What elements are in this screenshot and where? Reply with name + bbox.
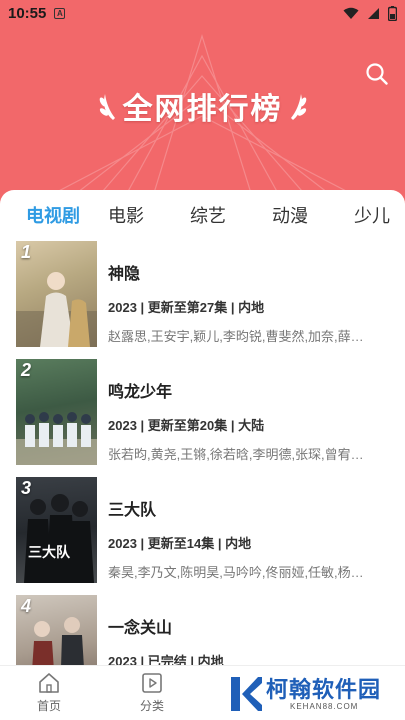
item-info: 一念关山 2023 | 已完结 | 内地 <box>108 614 370 665</box>
poster-image: 2 <box>16 359 97 465</box>
list-item[interactable]: 2 鸣龙少年 2023 | 更新至第20集 | 大陆 张若昀,黄尧,王锵,徐若晗… <box>0 358 405 476</box>
watermark-subtitle: KEHAN88.COM <box>290 701 359 711</box>
poster-image: 4 <box>16 595 97 665</box>
list-item[interactable]: 4 一念关山 2023 | 已完结 | 内地 <box>0 594 405 665</box>
item-info: 鸣龙少年 2023 | 更新至第20集 | 大陆 张若昀,黄尧,王锵,徐若晗,李… <box>108 378 370 463</box>
laurel-left-icon <box>99 94 115 120</box>
item-meta: 2023 | 更新至第20集 | 大陆 <box>108 418 265 433</box>
watermark-text: 柯翰软件园 KEHAN88.COM <box>266 676 382 711</box>
home-icon <box>39 673 59 693</box>
list-item[interactable]: 1 神隐 2023 | 更新至第27集 | 内地 赵露思,王安宇,颖儿,李昀锐,… <box>0 240 405 358</box>
status-bar: 10:55 A <box>0 0 405 26</box>
nav-category-label: 分类 <box>139 699 164 713</box>
wifi-icon <box>343 7 359 19</box>
tab-variety[interactable]: 综艺 <box>190 202 272 228</box>
svg-text:三大队: 三大队 <box>28 544 71 561</box>
nav-home-label: 首页 <box>36 699 61 713</box>
app-notification-icon: A <box>54 7 66 19</box>
nav-home[interactable]: 首页 <box>24 672 74 714</box>
item-title: 神隐 <box>108 266 141 283</box>
rank-badge: 3 <box>21 478 32 498</box>
laurel-right-icon <box>290 94 306 120</box>
item-meta: 2023 | 更新至14集 | 内地 <box>108 536 252 551</box>
item-title: 三大队 <box>108 502 157 519</box>
status-icons <box>343 5 397 21</box>
item-cast: 张若昀,黄尧,王锵,徐若晗,李明德,张琛,曾宥… <box>108 447 364 462</box>
item-cast: 赵露思,王安宇,颖儿,李昀锐,曹斐然,加奈,薛… <box>108 329 364 344</box>
signal-icon <box>368 7 379 19</box>
item-cast: 秦昊,李乃文,陈明昊,马吟吟,佟丽娅,任敏,杨… <box>108 565 364 580</box>
item-title: 鸣龙少年 <box>108 384 173 401</box>
battery-icon <box>388 5 397 21</box>
rank-badge: 2 <box>21 360 32 380</box>
page-title: 全网排行榜 <box>122 93 283 126</box>
item-title: 一念关山 <box>108 620 173 637</box>
list-item[interactable]: 三大队 3 三大队 2023 | 更新至14集 | 内地 秦昊,李乃文,陈明昊,… <box>0 476 405 594</box>
hero-banner: 全网排行榜 <box>0 26 405 206</box>
item-info: 神隐 2023 | 更新至第27集 | 内地 赵露思,王安宇,颖儿,李昀锐,曹斐… <box>108 260 370 345</box>
item-meta: 2023 | 已完结 | 内地 <box>108 654 224 665</box>
item-meta: 2023 | 更新至第27集 | 内地 <box>108 300 265 315</box>
category-icon <box>142 673 162 693</box>
tab-kids[interactable]: 少儿 <box>354 202 405 228</box>
rank-badge: 1 <box>21 242 32 262</box>
tab-tv-series[interactable]: 电视剧 <box>26 202 108 228</box>
poster-image: 三大队 3 <box>16 477 97 583</box>
watermark-title: 柯翰软件园 <box>266 676 382 702</box>
item-info: 三大队 2023 | 更新至14集 | 内地 秦昊,李乃文,陈明昊,马吟吟,佟丽… <box>108 496 370 581</box>
watermark-logo-icon <box>231 677 262 711</box>
watermark: 柯翰软件园 KEHAN88.COM <box>228 672 388 716</box>
tab-movies[interactable]: 电影 <box>108 202 190 228</box>
search-icon[interactable] <box>365 62 389 86</box>
ranking-card: 电视剧 电影 综艺 动漫 少儿 1 神隐 2023 | 更新至第27集 | 内地… <box>0 190 405 665</box>
status-time: 10:55 <box>8 4 47 22</box>
ranking-list: 1 神隐 2023 | 更新至第27集 | 内地 赵露思,王安宇,颖儿,李昀锐,… <box>0 240 405 665</box>
nav-category[interactable]: 分类 <box>127 672 177 714</box>
poster-image: 1 <box>16 241 97 347</box>
category-tabs: 电视剧 电影 综艺 动漫 少儿 <box>0 190 405 240</box>
hero-title-group: 全网排行榜 <box>0 84 405 128</box>
rank-badge: 4 <box>21 596 32 616</box>
tab-anime[interactable]: 动漫 <box>272 202 354 228</box>
